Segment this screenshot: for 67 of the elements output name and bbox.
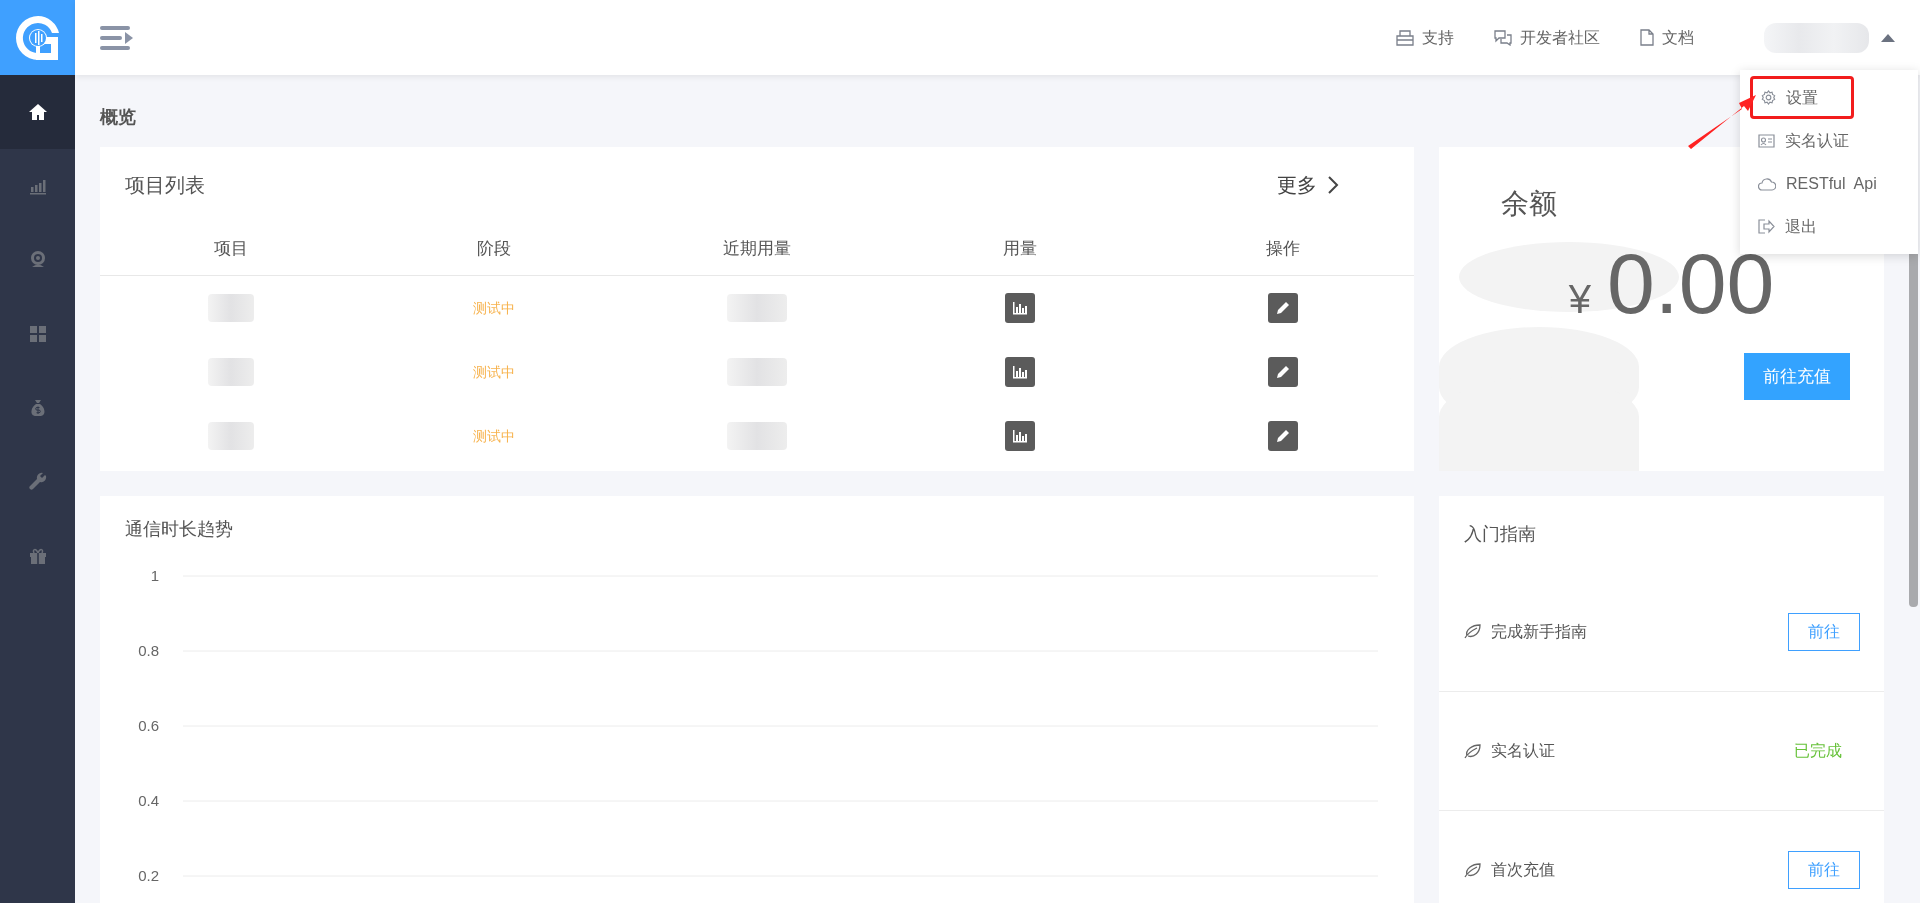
pencil-icon (1275, 429, 1290, 443)
menu-icon[interactable] (100, 23, 134, 52)
redacted-value (208, 422, 255, 450)
leaf-icon (1464, 743, 1481, 759)
stage-status: 测试中 (473, 298, 516, 318)
guide-step-label: 实名认证 (1491, 741, 1556, 761)
stage-status: 测试中 (473, 426, 516, 446)
header-link[interactable]: 开发者社区 (1494, 25, 1600, 50)
home-icon (27, 102, 48, 122)
bar-chart-icon (1011, 301, 1028, 315)
stage-status: 测试中 (473, 362, 516, 382)
menu-item[interactable]: 实名认证 (1750, 119, 1908, 162)
completed-status: 已完成 (1794, 741, 1842, 761)
redacted-value (727, 358, 787, 386)
caret-icon[interactable] (1881, 33, 1895, 42)
cloud-icon (1758, 176, 1776, 191)
chevron-right-icon (1327, 175, 1339, 195)
card-title: 入门指南 (1464, 522, 1536, 546)
pencil-icon (1275, 301, 1290, 315)
axis-tick-label: 0.8 (138, 642, 159, 659)
grid-icon (27, 324, 48, 344)
edit-button[interactable] (1267, 357, 1298, 387)
printer-icon (1396, 29, 1414, 46)
annotation-arrow (1686, 93, 1758, 149)
axis-tick-label: 0.2 (138, 867, 159, 884)
column-header: 操作 (1265, 238, 1300, 261)
column-header: 近期用量 (723, 238, 791, 261)
chat-bubbles-icon (1494, 29, 1512, 46)
redacted-value (727, 422, 787, 450)
document-icon (1640, 29, 1654, 46)
usage-chart-button[interactable] (1004, 357, 1035, 387)
column-header: 项目 (214, 238, 249, 261)
wrench-icon (27, 472, 48, 492)
sidebar-item[interactable] (0, 75, 75, 149)
currency-symbol: ¥ (1568, 276, 1591, 323)
menu-item[interactable]: RESTful Api (1750, 162, 1908, 205)
bar-chart-icon (1011, 429, 1028, 443)
header-link[interactable]: 支持 (1396, 25, 1454, 50)
axis-tick-label: 0.4 (138, 792, 159, 809)
exit-icon (1758, 219, 1775, 234)
edit-button[interactable] (1267, 421, 1298, 451)
usage-chart-button[interactable] (1004, 421, 1035, 451)
redacted-value (208, 358, 255, 386)
redacted-value (208, 294, 255, 322)
pencil-icon (1275, 365, 1290, 379)
id-card-icon (1758, 133, 1775, 148)
gear-icon (1761, 90, 1776, 105)
axis-tick-label: 1 (150, 567, 159, 584)
bar-chart-icon (1011, 365, 1028, 379)
header-link[interactable]: 文档 (1640, 25, 1694, 50)
guide-step-label: 首次充值 (1491, 860, 1556, 880)
more-link[interactable]: 更多 (1277, 170, 1339, 200)
usage-chart-button[interactable] (1004, 293, 1035, 323)
redacted-value (727, 294, 787, 322)
leaf-icon (1464, 624, 1481, 639)
guide-step-label: 完成新手指南 (1491, 621, 1588, 642)
card-title: 通信时长趋势 (125, 518, 233, 541)
edit-button[interactable] (1267, 293, 1298, 323)
menu-item[interactable]: 设置 (1750, 76, 1854, 119)
gift-icon (27, 546, 48, 566)
card-title: 项目列表 (125, 173, 205, 198)
column-header: 用量 (1002, 238, 1037, 261)
axis-tick-label: 0.6 (138, 717, 159, 734)
page-title: 概览 (100, 105, 136, 129)
leaf-icon (1464, 862, 1481, 878)
balance-title: 余额 (1501, 188, 1557, 219)
column-header: 阶段 (477, 238, 512, 261)
